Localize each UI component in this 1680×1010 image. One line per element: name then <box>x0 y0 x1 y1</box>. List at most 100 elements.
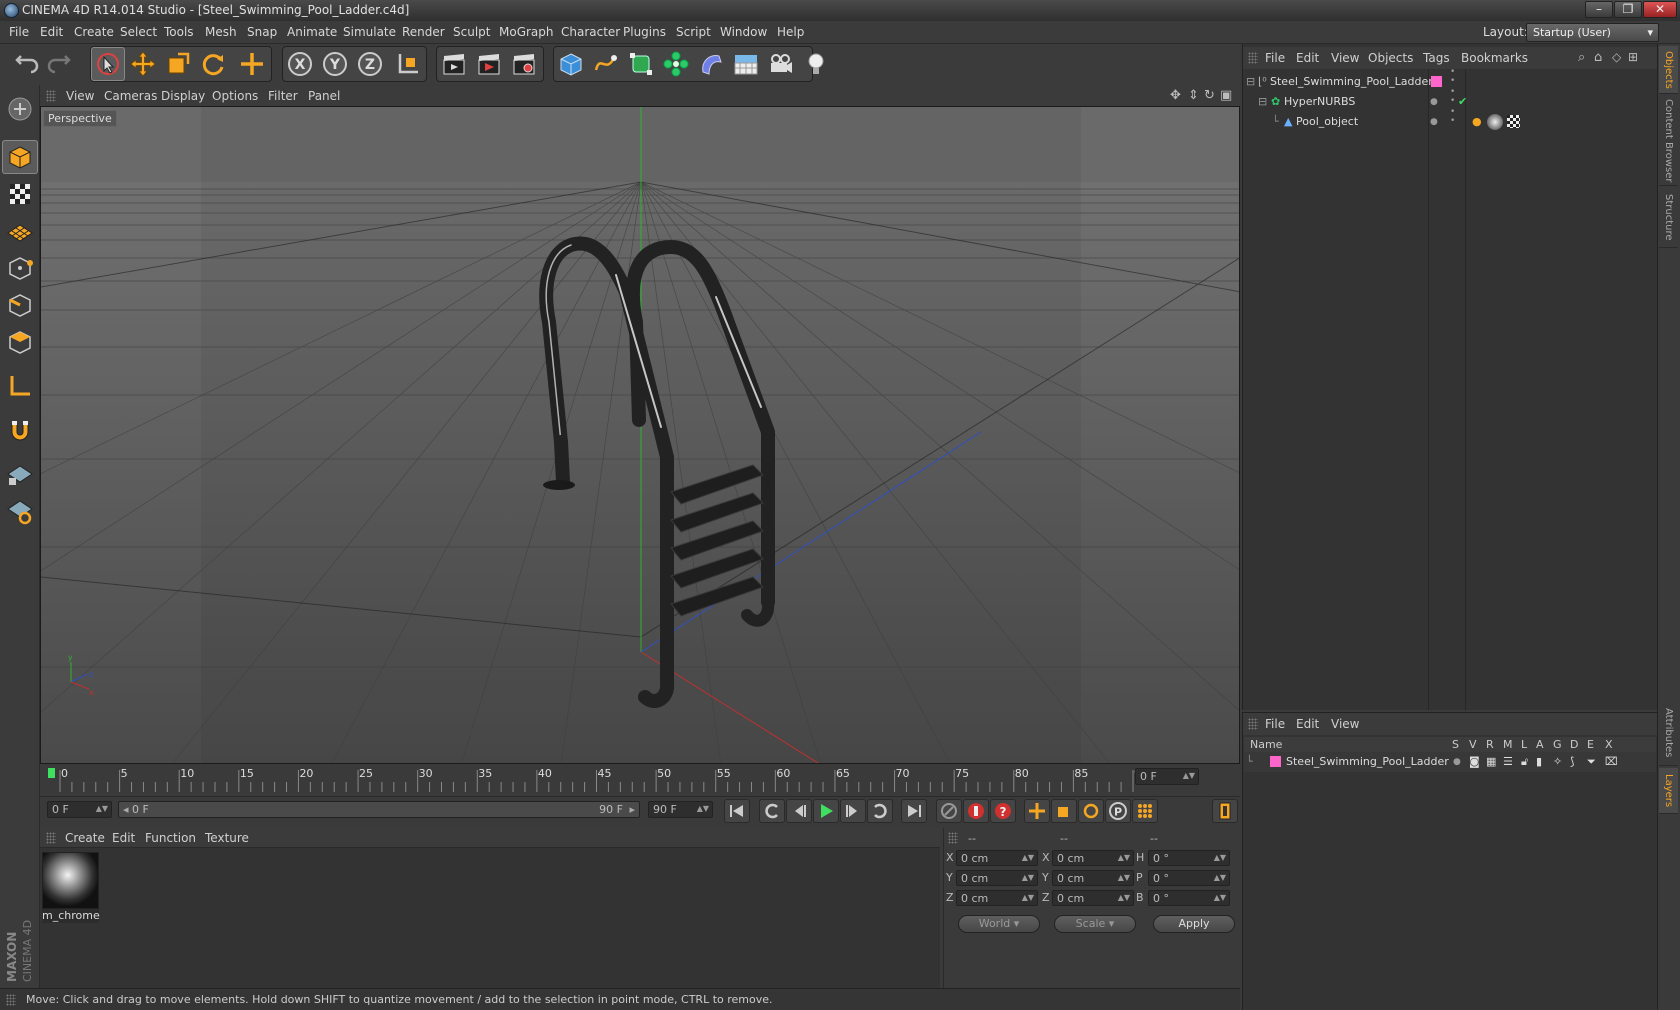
current-frame-marker[interactable] <box>48 768 55 778</box>
enabled-check-icon[interactable]: ✔ <box>1458 92 1467 112</box>
material-menu-edit[interactable]: Edit <box>112 828 135 848</box>
add-light-button[interactable] <box>799 47 833 81</box>
autokeying-button[interactable] <box>963 799 989 823</box>
menu-edit[interactable]: Edit <box>40 21 63 44</box>
viewport-menu-view[interactable]: View <box>66 86 94 106</box>
generator-icon[interactable]: ✧ <box>1553 752 1562 772</box>
record-scale-button[interactable] <box>1051 799 1077 823</box>
live-selection-button[interactable] <box>91 47 125 81</box>
render-icon[interactable]: ▦ <box>1486 752 1496 772</box>
col-deformers[interactable]: D <box>1570 737 1578 752</box>
visibility-dot-icon[interactable]: ● <box>1430 92 1438 112</box>
manager-icon[interactable]: ☰ <box>1503 752 1513 772</box>
visibility-dots-icon[interactable]: • • <box>1450 88 1455 106</box>
texture-mode-button[interactable] <box>2 177 38 211</box>
move-tool-button[interactable] <box>126 47 160 81</box>
end-frame-field[interactable]: 90 F ▲▼ <box>648 801 713 818</box>
size-z-field[interactable]: 0 cm ▲▼ <box>1052 890 1134 906</box>
minimize-button[interactable]: – <box>1585 1 1613 18</box>
new-window-icon[interactable]: ⊞ <box>1628 50 1638 64</box>
record-point-level-button[interactable] <box>1132 799 1158 823</box>
search-icon[interactable]: ⌕ <box>1578 50 1585 65</box>
visibility-dots-icon[interactable]: • • <box>1450 68 1455 86</box>
col-generators[interactable]: G <box>1553 737 1562 752</box>
viewport-menu-display[interactable]: Display <box>161 86 205 106</box>
scale-tool-button[interactable] <box>161 47 195 81</box>
objects-menu-tags[interactable]: Tags <box>1423 47 1450 69</box>
rot-p-field[interactable]: 0 ° ▲▼ <box>1148 870 1230 886</box>
pos-y-field[interactable]: 0 cm ▲▼ <box>956 870 1038 886</box>
viewport-menu-filter[interactable]: Filter <box>268 86 298 106</box>
timeline-ruler[interactable] <box>40 766 1240 794</box>
tab-objects[interactable]: Objects <box>1659 46 1678 94</box>
material-menu-texture[interactable]: Texture <box>205 828 249 848</box>
uvw-tag-icon[interactable] <box>1507 115 1520 128</box>
make-editable-button[interactable] <box>2 92 38 126</box>
previous-frame-button[interactable] <box>786 799 812 823</box>
record-parameter-button[interactable]: P <box>1105 799 1131 823</box>
menu-snap[interactable]: Snap <box>247 21 277 44</box>
undo-button[interactable] <box>8 47 42 81</box>
material-tag-icon[interactable] <box>1487 114 1503 130</box>
record-keys-button[interactable] <box>936 799 962 823</box>
add-camera-button[interactable] <box>764 47 798 81</box>
axis-mode-button[interactable] <box>2 369 38 403</box>
viewport-menu-options[interactable]: Options <box>212 86 258 106</box>
coordinate-system-button[interactable] <box>391 47 425 81</box>
view-eye-icon[interactable]: ◙ <box>1469 752 1480 772</box>
go-to-start-button[interactable] <box>724 799 750 823</box>
layers-menu-file[interactable]: File <box>1265 713 1285 735</box>
redo-button[interactable] <box>44 47 78 81</box>
size-x-field[interactable]: 0 cm ▲▼ <box>1052 850 1134 866</box>
solo-dot-icon[interactable]: ● <box>1453 752 1461 772</box>
add-nurbs-button[interactable] <box>624 47 658 81</box>
layers-menu-edit[interactable]: Edit <box>1296 713 1319 735</box>
menu-select[interactable]: Select <box>120 21 157 44</box>
pos-x-field[interactable]: 0 cm ▲▼ <box>956 850 1038 866</box>
menu-animate[interactable]: Animate <box>287 21 337 44</box>
next-keyframe-button[interactable] <box>867 799 893 823</box>
polygons-mode-button[interactable] <box>2 325 38 359</box>
phong-tag-icon[interactable]: ● <box>1472 112 1482 132</box>
layers-menu-view[interactable]: View <box>1331 713 1359 735</box>
add-array-button[interactable] <box>659 47 693 81</box>
menu-simulate[interactable]: Simulate <box>343 21 396 44</box>
pos-z-field[interactable]: 0 cm ▲▼ <box>956 890 1038 906</box>
col-expressions[interactable]: E <box>1587 737 1594 752</box>
current-frame-field[interactable]: 0 F ▲▼ <box>1135 768 1199 785</box>
lock-icon[interactable]: 🔓︎ <box>1521 752 1528 772</box>
material-menu-create[interactable]: Create <box>65 828 105 848</box>
add-cube-button[interactable] <box>554 47 588 81</box>
go-to-end-button[interactable] <box>901 799 927 823</box>
play-button[interactable] <box>813 799 839 823</box>
col-animation[interactable]: A <box>1536 737 1544 752</box>
viewport-maximize-icon[interactable]: ▣ <box>1220 88 1232 103</box>
rotate-tool-button[interactable] <box>196 47 230 81</box>
size-y-field[interactable]: 0 cm ▲▼ <box>1052 870 1134 886</box>
rot-h-field[interactable]: 0 ° ▲▼ <box>1148 850 1230 866</box>
objects-menu-edit[interactable]: Edit <box>1296 47 1319 69</box>
planar-workplane-button[interactable] <box>2 494 38 528</box>
add-spline-button[interactable] <box>589 47 623 81</box>
object-row-pool-object[interactable]: └ ▲ Pool_object ● • • ● <box>1244 108 1656 132</box>
menu-render[interactable]: Render <box>402 21 445 44</box>
animation-film-icon[interactable]: ▮ <box>1536 752 1542 772</box>
menu-help[interactable]: Help <box>777 21 804 44</box>
viewport-menu-cameras[interactable]: Cameras <box>104 86 157 106</box>
menu-mesh[interactable]: Mesh <box>205 21 237 44</box>
viewport-rotate-icon[interactable]: ↻ <box>1204 88 1215 103</box>
menu-create[interactable]: Create <box>74 21 114 44</box>
model-mode-button[interactable] <box>2 140 38 174</box>
viewport-move-icon[interactable]: ✥ <box>1170 88 1181 103</box>
menu-mograph[interactable]: MoGraph <box>499 21 554 44</box>
col-solo[interactable]: S <box>1452 737 1459 752</box>
menu-script[interactable]: Script <box>676 21 711 44</box>
col-render[interactable]: R <box>1486 737 1494 752</box>
menu-file[interactable]: File <box>9 21 29 44</box>
start-frame-field[interactable]: 0 F ▲▼ <box>47 801 112 818</box>
material-chrome-thumbnail[interactable] <box>42 852 99 909</box>
size-mode-select[interactable]: Scale ▾ <box>1054 915 1136 933</box>
record-position-button[interactable] <box>1024 799 1050 823</box>
objects-menu-file[interactable]: File <box>1265 47 1285 69</box>
collapse-icon[interactable]: ⊟ <box>1246 72 1255 92</box>
